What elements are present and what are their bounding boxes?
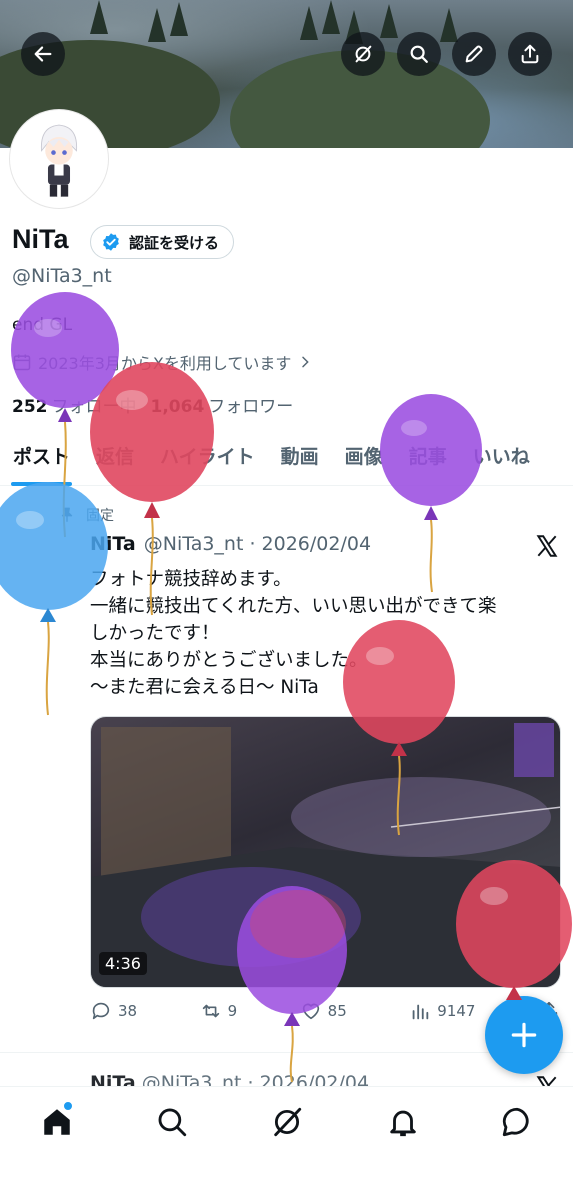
bottom-navigation [0, 1086, 573, 1200]
avatar-character-image [40, 124, 78, 202]
back-button[interactable] [21, 32, 65, 76]
search-icon [410, 45, 428, 63]
tab-posts[interactable]: ポスト [0, 434, 83, 486]
compose-button[interactable] [485, 996, 563, 1074]
views-button[interactable]: 9147 [409, 1000, 475, 1022]
like-count: 85 [327, 1002, 347, 1020]
calendar-icon [13, 354, 31, 371]
edit-button[interactable] [452, 32, 496, 76]
post-author[interactable]: NiTa [90, 533, 136, 555]
pinned-indicator: 固定 [58, 505, 114, 525]
following-label: フォロー中 [51, 397, 137, 417]
grok-icon[interactable] [270, 1105, 304, 1139]
x-logo-icon [536, 535, 558, 557]
heart-icon [302, 1003, 319, 1020]
pin-icon [61, 507, 73, 522]
get-verified-label: 認証を受ける [129, 233, 220, 252]
reply-icon [92, 1002, 110, 1020]
verified-badge-icon [103, 233, 119, 251]
home-notification-dot [63, 1101, 73, 1111]
tab-replies[interactable]: 返信 [83, 434, 147, 485]
grok-icon [355, 45, 372, 63]
joined-date[interactable]: 2023年3月からXを利用しています [12, 350, 313, 374]
get-verified-button[interactable]: 認証を受ける [90, 225, 235, 259]
post-text-line: フォトナ競技辞めます。 [90, 569, 292, 590]
followers-count: 1,064 [150, 397, 205, 417]
pinned-label: 固定 [86, 508, 114, 524]
tab-likes[interactable]: いいね [460, 434, 543, 485]
repost-icon [202, 1004, 219, 1018]
share-button[interactable] [508, 32, 552, 76]
post-video[interactable]: 4:36 [90, 716, 561, 988]
following-count: 252 [12, 397, 48, 417]
followers-link[interactable]: 1,064 フォロワー [151, 392, 294, 417]
post-text-line: 〜また君に会える日〜 NiTa [90, 677, 319, 698]
profile-tabs: ポスト 返信 ハイライト 動画 画像 記事 いいね [0, 434, 573, 486]
edit-icon [465, 45, 483, 63]
video-duration: 4:36 [99, 952, 147, 975]
video-thumbnail [91, 727, 560, 987]
reply-count: 38 [118, 1002, 138, 1020]
repost-count: 9 [227, 1002, 238, 1020]
plus-icon [511, 1022, 537, 1048]
search-icon[interactable] [155, 1105, 189, 1139]
tab-articles[interactable]: 記事 [396, 434, 460, 485]
messages-icon[interactable] [500, 1105, 534, 1139]
joined-label: 2023年3月からXを利用しています [38, 354, 292, 373]
share-icon [521, 44, 539, 64]
tab-highlights[interactable]: ハイライト [147, 434, 268, 485]
bell-icon[interactable] [386, 1105, 420, 1139]
profile-name: NiTa [12, 224, 69, 254]
views-icon [412, 1004, 429, 1020]
like-button[interactable]: 85 [300, 1000, 347, 1022]
post-divider [0, 1052, 573, 1053]
back-arrow-icon [34, 46, 52, 62]
chevron-right-icon [302, 356, 310, 368]
followers-label: フォロワー [208, 397, 294, 417]
profile-bio: end GL [12, 315, 73, 335]
tab-videos[interactable]: 動画 [268, 434, 332, 485]
post-handle-date: @NiTa3_nt · 2026/02/04 [143, 533, 372, 555]
post-text-line: 一緒に競技出てくれた方、いい思い出ができて楽 [90, 596, 497, 617]
post-text-line: しかったです！ [90, 623, 220, 644]
avatar[interactable] [10, 110, 108, 208]
search-button[interactable] [397, 32, 441, 76]
repost-button[interactable]: 9 [200, 1000, 238, 1022]
balloon-purple-icon [380, 394, 482, 593]
profile-handle: @NiTa3_nt [12, 265, 112, 287]
tab-images[interactable]: 画像 [332, 434, 396, 485]
reply-button[interactable]: 38 [90, 1000, 137, 1022]
following-link[interactable]: 252 フォロー中 [12, 392, 137, 417]
post-text: フォトナ競技辞めます。 一緒に競技出てくれた方、いい思い出ができて楽 しかったで… [90, 566, 560, 701]
views-count: 9147 [437, 1002, 476, 1020]
post-header: NiTa @NiTa3_nt · 2026/02/04 [90, 533, 371, 555]
follow-stats: 252 フォロー中 1,064 フォロワー [12, 392, 293, 417]
grok-button[interactable] [341, 32, 385, 76]
post-text-line: 本当にありがとうございました。 [90, 650, 368, 671]
